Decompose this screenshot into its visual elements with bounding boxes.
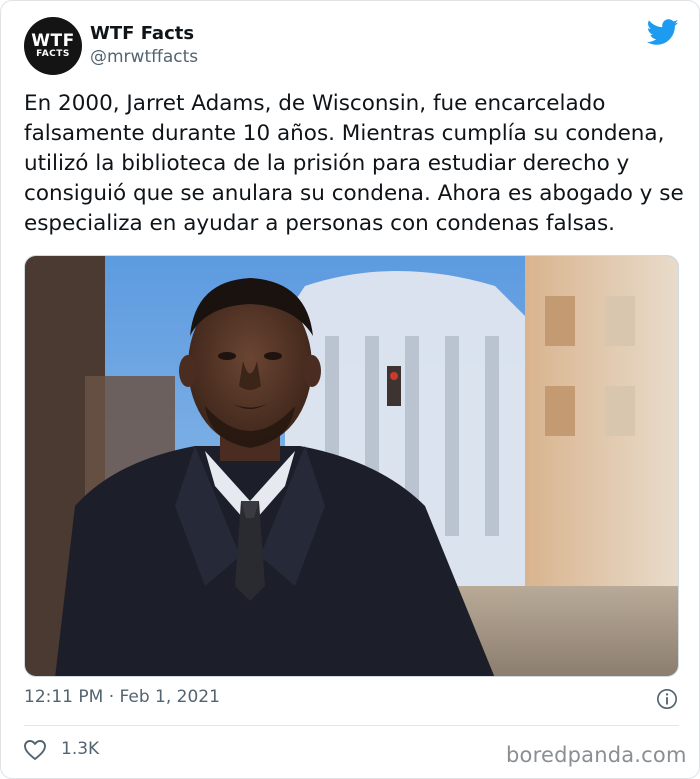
avatar-text-line2: FACTS [36, 48, 70, 59]
divider [24, 725, 679, 726]
twitter-bird-icon[interactable] [647, 19, 679, 46]
tweet-card: WTF FACTS WTF Facts @mrwtffacts En 2000,… [0, 0, 700, 779]
tweet-photo[interactable] [24, 255, 679, 677]
avatar[interactable]: WTF FACTS [24, 17, 82, 75]
heart-icon[interactable] [23, 739, 47, 761]
user-handle[interactable]: @mrwtffacts [90, 47, 198, 67]
watermark: boredpanda.com [506, 743, 687, 767]
tweet-timestamp[interactable]: 12:11 PM · Feb 1, 2021 [24, 687, 220, 707]
photo-portrait-man-street [25, 256, 678, 676]
avatar-text-line1: WTF [31, 30, 75, 51]
tweet-text: En 2000, Jarret Adams, de Wisconsin, fue… [24, 91, 684, 236]
display-name[interactable]: WTF Facts [90, 23, 194, 44]
like-count[interactable]: 1.3K [61, 739, 99, 759]
info-icon[interactable] [656, 688, 678, 710]
